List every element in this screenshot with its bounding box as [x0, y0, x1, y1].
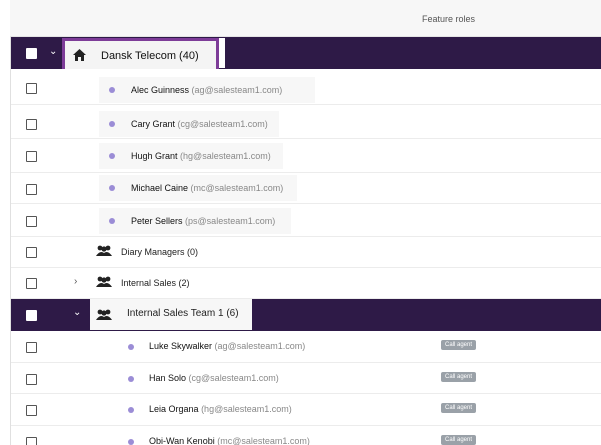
member-dot	[109, 153, 115, 159]
chevron-down-icon[interactable]: ⌄	[49, 46, 57, 57]
member-email: (cg@salesteam1.com)	[188, 373, 279, 383]
member-label: Han Solo (cg@salesteam1.com)	[149, 373, 279, 383]
member-email: (hg@salesteam1.com)	[180, 151, 271, 161]
call-agent-badge: Call agent	[441, 435, 477, 445]
member-name: Hugh Grant	[131, 151, 178, 161]
member-name: Obi-Wan Kenobi	[149, 436, 215, 445]
group-label: Diary Managers (0)	[121, 247, 199, 257]
group-row-diary-managers[interactable]: Diary Managers (0)	[11, 237, 601, 268]
member-dot	[128, 376, 134, 382]
table-row[interactable]: Luke Skywalker (ag@salesteam1.com) Call …	[11, 331, 601, 363]
member-email: (ag@salesteam1.com)	[214, 341, 306, 351]
row-checkbox[interactable]	[26, 310, 37, 321]
table-row[interactable]: Alec Guinness (ag@salesteam1.com)	[11, 69, 601, 105]
group-row-internal-sales[interactable]: › Internal Sales (2)	[11, 268, 601, 299]
member-label: Luke Skywalker (ag@salesteam1.com)	[149, 341, 305, 351]
group-label: Internal Sales Team 1 (6)	[127, 308, 239, 319]
group-icon	[96, 276, 112, 287]
member-name: Alec Guinness	[131, 85, 190, 95]
org-title: Dansk Telecom (40)	[101, 50, 199, 62]
row-checkbox[interactable]	[26, 437, 37, 445]
chevron-down-icon[interactable]: ⌄	[73, 307, 81, 318]
row-checkbox[interactable]	[26, 405, 37, 416]
table-row[interactable]: Peter Sellers (ps@salesteam1.com)	[11, 204, 601, 237]
member-dot	[109, 218, 115, 224]
table-row[interactable]: Cary Grant (cg@salesteam1.com)	[11, 105, 601, 139]
member-dot	[109, 87, 115, 93]
member-dot	[128, 344, 134, 350]
group-icon	[96, 245, 112, 256]
member-email: (cg@salesteam1.com)	[177, 119, 268, 129]
member-label: Alec Guinness (ag@salesteam1.com)	[131, 85, 282, 95]
member-label: Obi-Wan Kenobi (mc@salesteam1.com)	[149, 436, 310, 445]
home-icon	[73, 49, 86, 61]
row-checkbox[interactable]	[26, 247, 37, 258]
row-checkbox[interactable]	[26, 151, 37, 162]
member-name: Michael Caine	[131, 183, 189, 193]
member-email: (hg@salesteam1.com)	[201, 404, 292, 414]
member-name: Han Solo	[149, 373, 187, 383]
row-checkbox[interactable]	[26, 83, 37, 94]
table-row[interactable]: Obi-Wan Kenobi (mc@salesteam1.com) Call …	[11, 426, 601, 445]
table-row[interactable]: Hugh Grant (hg@salesteam1.com)	[11, 139, 601, 173]
group-label: Internal Sales (2)	[121, 278, 190, 288]
member-name: Cary Grant	[131, 119, 176, 129]
chevron-right-icon[interactable]: ›	[74, 276, 77, 287]
member-dot	[109, 121, 115, 127]
member-email: (ag@salesteam1.com)	[191, 85, 283, 95]
call-agent-badge: Call agent	[441, 403, 477, 413]
member-label: Peter Sellers (ps@salesteam1.com)	[131, 216, 275, 226]
org-checkbox[interactable]	[26, 48, 37, 59]
member-email: (ps@salesteam1.com)	[185, 216, 276, 226]
row-checkbox[interactable]	[26, 278, 37, 289]
member-label: Cary Grant (cg@salesteam1.com)	[131, 119, 268, 129]
table-row[interactable]: Leia Organa (hg@salesteam1.com) Call age…	[11, 394, 601, 426]
row-checkbox[interactable]	[26, 216, 37, 227]
table-header: Feature roles	[10, 0, 601, 37]
member-email: (mc@salesteam1.com)	[190, 183, 284, 193]
member-dot	[128, 439, 134, 445]
table-row[interactable]: Michael Caine (mc@salesteam1.com)	[11, 173, 601, 204]
row-checkbox[interactable]	[26, 184, 37, 195]
member-label: Hugh Grant (hg@salesteam1.com)	[131, 151, 271, 161]
member-dot	[109, 185, 115, 191]
feature-roles-header: Feature roles	[422, 14, 476, 24]
group-icon	[96, 309, 112, 320]
member-name: Leia Organa	[149, 404, 199, 414]
row-checkbox[interactable]	[26, 374, 37, 385]
table-row[interactable]: Han Solo (cg@salesteam1.com) Call agent	[11, 363, 601, 394]
call-agent-badge: Call agent	[441, 340, 477, 350]
row-checkbox[interactable]	[26, 342, 37, 353]
member-name: Peter Sellers	[131, 216, 183, 226]
member-name: Luke Skywalker	[149, 341, 213, 351]
member-dot	[128, 407, 134, 413]
row-checkbox[interactable]	[26, 119, 37, 130]
member-label: Michael Caine (mc@salesteam1.com)	[131, 183, 283, 193]
member-email: (mc@salesteam1.com)	[217, 436, 310, 445]
call-agent-badge: Call agent	[441, 372, 477, 382]
member-label: Leia Organa (hg@salesteam1.com)	[149, 404, 292, 414]
group-row-internal-sales-team-1[interactable]: ⌄ Internal Sales Team 1 (6)	[11, 299, 601, 331]
